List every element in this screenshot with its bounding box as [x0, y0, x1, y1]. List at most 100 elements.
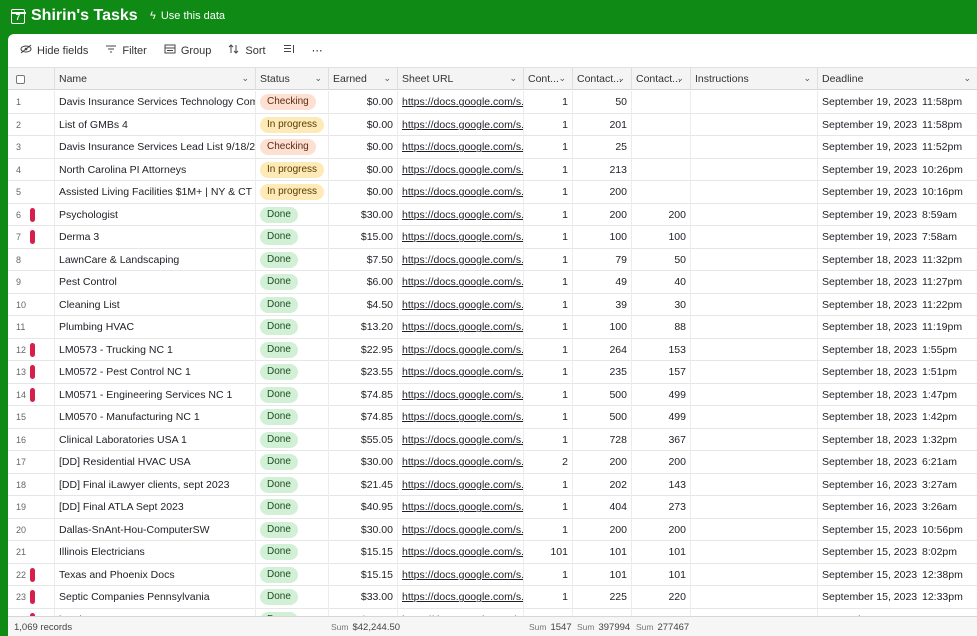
contact-2-cell[interactable]: 200 [632, 451, 691, 474]
sheet-url-link[interactable]: https://docs.google.com/s... [402, 164, 523, 176]
cont-cell[interactable]: 1 [524, 316, 573, 339]
contact-2-cell[interactable]: 101 [632, 563, 691, 586]
sheet-url-link[interactable]: https://docs.google.com/s... [402, 119, 523, 131]
deadline-date-cell[interactable]: September 18, 2023 [818, 451, 918, 474]
cont-cell[interactable]: 1 [524, 271, 573, 294]
deadline-time-cell[interactable]: 10:56pm [918, 519, 977, 542]
earned-cell[interactable]: $23.55 [329, 361, 398, 384]
name-cell[interactable]: Davis Insurance Services Lead List 9/18/… [55, 136, 256, 159]
sheet-url-link[interactable]: https://docs.google.com/s... [402, 299, 523, 311]
cont-cell[interactable]: 1 [524, 406, 573, 429]
status-cell[interactable]: Done [256, 518, 329, 541]
contact-2-cell[interactable]: 367 [632, 428, 691, 451]
sheet-url-cell[interactable]: https://docs.google.com/s... [398, 203, 524, 226]
chevron-down-icon[interactable]: ⌄ [803, 73, 811, 84]
deadline-date-cell[interactable]: September 19, 2023 [818, 204, 918, 227]
earned-cell[interactable]: $22.95 [329, 338, 398, 361]
name-cell[interactable]: Cleaning List [55, 293, 256, 316]
deadline-date-cell[interactable]: September 18, 2023 [818, 361, 918, 384]
deadline-time-cell[interactable]: 10:16pm [918, 181, 977, 204]
cont-cell[interactable]: 1 [524, 361, 573, 384]
cont-cell[interactable]: 1 [524, 383, 573, 406]
name-cell[interactable]: Texas and Phoenix Docs [55, 563, 256, 586]
instructions-cell[interactable] [691, 226, 818, 249]
deadline-date-cell[interactable]: September 19, 2023 [818, 136, 918, 159]
chevron-down-icon[interactable]: ⌄ [509, 73, 517, 84]
deadline-date-cell[interactable]: September 18, 2023 [818, 406, 918, 429]
deadline-time-cell[interactable]: 11:52pm [918, 136, 977, 159]
cont-cell[interactable]: 1 [524, 158, 573, 181]
sheet-url-link[interactable]: https://docs.google.com/s... [402, 186, 523, 198]
name-cell[interactable]: List of GMBs 4 [55, 113, 256, 136]
cont-cell[interactable]: 1 [524, 203, 573, 226]
sheet-url-link[interactable]: https://docs.google.com/s... [402, 434, 523, 446]
table-row[interactable]: 17 [DD] Residential HVAC USA Done $30.00 htt… [8, 451, 977, 474]
deadline-date-cell[interactable]: September 15, 2023 [818, 519, 918, 542]
status-cell[interactable]: Done [256, 383, 329, 406]
name-cell[interactable]: [DD] Residential HVAC USA [55, 451, 256, 474]
table-row[interactable]: 21 Illinois Electricians Done $15.15 https:/… [8, 541, 977, 564]
name-cell[interactable]: [DD] Final iLawyer clients, sept 2023 [55, 473, 256, 496]
contact-2-cell[interactable]: 101 [632, 541, 691, 564]
table-row[interactable]: 8 LawnCare & Landscaping Done $7.50 https://… [8, 248, 977, 271]
cont-cell[interactable]: 1 [524, 91, 573, 114]
contact-1-cell[interactable]: 500 [573, 406, 632, 429]
status-cell[interactable]: Done [256, 563, 329, 586]
deadline-date-cell[interactable]: September 19, 2023 [818, 114, 918, 137]
deadline-date-cell[interactable]: September 15, 2023 [818, 564, 918, 587]
table-row[interactable]: 14 LM0571 - Engineering Services NC 1 Done… [8, 383, 977, 406]
table-row[interactable]: 13 LM0572 - Pest Control NC 1 Done $23.55 ht… [8, 361, 977, 384]
instructions-cell[interactable] [691, 451, 818, 474]
instructions-cell[interactable] [691, 203, 818, 226]
contact-1-cell[interactable]: 200 [573, 181, 632, 204]
table-row[interactable]: 19 [DD] Final ATLA Sept 2023 Done $40.95 htt… [8, 496, 977, 519]
cont-cell[interactable]: 101 [524, 541, 573, 564]
name-cell[interactable]: Clinical Laboratories USA 1 [55, 428, 256, 451]
table-row[interactable]: 12 LM0573 - Trucking NC 1 Done $22.95 https:… [8, 338, 977, 361]
sort-button[interactable]: Sort [228, 44, 266, 57]
name-cell[interactable]: Plumbing HVAC [55, 316, 256, 339]
sheet-url-link[interactable]: https://docs.google.com/s... [402, 366, 523, 378]
sheet-url-link[interactable]: https://docs.google.com/s... [402, 96, 523, 108]
cont-cell[interactable]: 1 [524, 586, 573, 609]
contact-1-cell[interactable]: 50 [573, 91, 632, 114]
contact-1-cell[interactable]: 49 [573, 271, 632, 294]
earned-cell[interactable]: $15.15 [329, 563, 398, 586]
contact-2-cell[interactable] [632, 91, 691, 114]
sheet-url-link[interactable]: https://docs.google.com/s... [402, 276, 523, 288]
name-cell[interactable]: Assisted Living Facilities $1M+ | NY & C… [55, 181, 256, 204]
more-options-button[interactable]: ⋯ [312, 44, 323, 57]
cont-cell[interactable]: 1 [524, 496, 573, 519]
table-row[interactable]: 4 North Carolina PI Attorneys In progress $… [8, 158, 977, 182]
contact-2-cell[interactable]: 50 [632, 248, 691, 271]
instructions-cell[interactable] [691, 293, 818, 316]
contact-1-cell[interactable]: 100 [573, 316, 632, 339]
sheet-url-cell[interactable]: https://docs.google.com/s... [398, 496, 524, 519]
earned-cell[interactable]: $13.20 [329, 316, 398, 339]
deadline-date-cell[interactable]: September 19, 2023 [818, 159, 918, 182]
table-row[interactable]: 11 Plumbing HVAC Done $13.20 https://docs.go… [8, 316, 977, 339]
filter-button[interactable]: Filter [105, 44, 147, 57]
earned-cell[interactable]: $0.00 [329, 158, 398, 181]
name-cell[interactable]: Septic Companies Pennsylvania [55, 586, 256, 609]
status-cell[interactable]: Done [256, 361, 329, 384]
sheet-url-cell[interactable]: https://docs.google.com/s... [398, 451, 524, 474]
table-row[interactable]: 22 Texas and Phoenix Docs Done $15.15 https:… [8, 563, 977, 587]
sheet-url-cell[interactable]: https://docs.google.com/s... [398, 271, 524, 294]
sheet-url-cell[interactable]: https://docs.google.com/s... [398, 136, 524, 159]
contact-2-cell[interactable]: 153 [632, 338, 691, 361]
chevron-down-icon[interactable]: ⌄ [383, 73, 391, 84]
contact-1-cell[interactable]: 213 [573, 158, 632, 181]
table-row[interactable]: 15 LM0570 - Manufacturing NC 1 Done $74.85 h… [8, 406, 977, 429]
contact-1-cell[interactable]: 225 [573, 586, 632, 609]
instructions-cell[interactable] [691, 113, 818, 136]
status-cell[interactable]: Done [256, 586, 329, 609]
contact-1-cell[interactable]: 79 [573, 248, 632, 271]
contact-1-cell[interactable]: 235 [573, 361, 632, 384]
sheet-url-cell[interactable]: https://docs.google.com/s... [398, 563, 524, 586]
sheet-url-cell[interactable]: https://docs.google.com/s... [398, 248, 524, 271]
hide-fields-button[interactable]: Hide fields [20, 44, 88, 57]
contact-1-cell[interactable]: 264 [573, 338, 632, 361]
column-header-contact-2[interactable]: Contact... ⌄ [632, 68, 691, 90]
name-cell[interactable]: Illinois Electricians [55, 541, 256, 564]
